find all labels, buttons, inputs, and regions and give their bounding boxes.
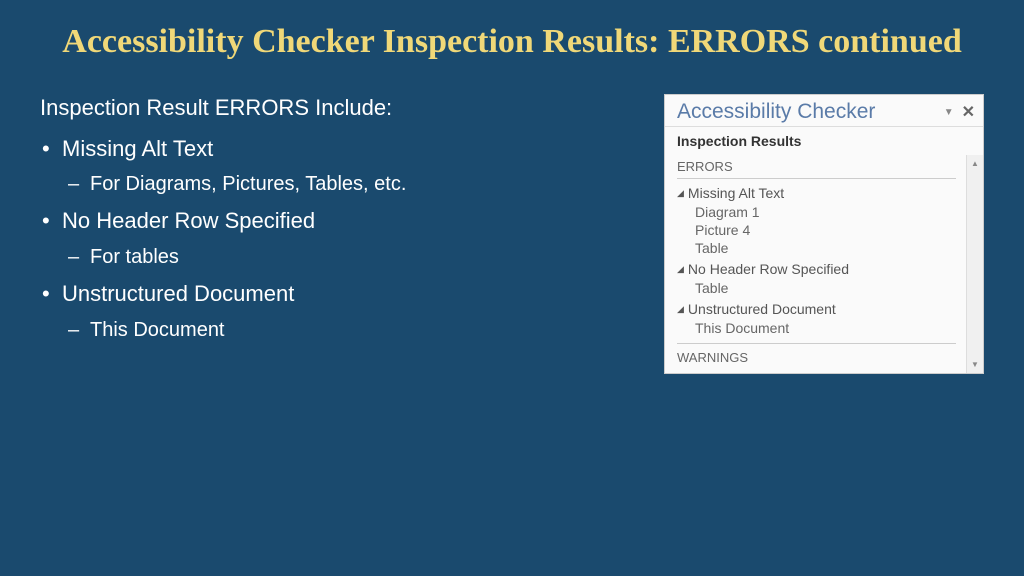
panel-controls: ▼ ✕ xyxy=(944,102,975,122)
close-icon[interactable]: ✕ xyxy=(962,102,975,122)
error-item[interactable]: Diagram 1 xyxy=(677,203,956,221)
panel-title: Accessibility Checker xyxy=(677,100,875,124)
error-item[interactable]: Table xyxy=(677,239,956,257)
content-area: Inspection Result ERRORS Include: Missin… xyxy=(40,94,984,374)
error-item[interactable]: Picture 4 xyxy=(677,221,956,239)
dropdown-icon[interactable]: ▼ xyxy=(944,107,954,118)
error-item[interactable]: Table xyxy=(677,279,956,297)
intro-text: Inspection Result ERRORS Include: xyxy=(40,94,624,123)
slide: Accessibility Checker Inspection Results… xyxy=(0,0,1024,576)
sub-bullet-item: For Diagrams, Pictures, Tables, etc. xyxy=(40,171,624,197)
error-group: ◢ Unstructured Document This Document xyxy=(677,299,956,337)
accessibility-checker-panel: Accessibility Checker ▼ ✕ Inspection Res… xyxy=(664,94,984,374)
warnings-section-label: WARNINGS xyxy=(677,343,956,365)
scrollbar[interactable]: ▲ ▼ xyxy=(966,155,983,373)
left-column: Inspection Result ERRORS Include: Missin… xyxy=(40,94,624,374)
error-group-header[interactable]: ◢ Missing Alt Text xyxy=(677,183,956,203)
sub-bullet-item: For tables xyxy=(40,244,624,270)
error-group-name: Missing Alt Text xyxy=(688,185,784,201)
expand-icon: ◢ xyxy=(677,189,684,198)
panel-header: Accessibility Checker ▼ ✕ xyxy=(665,95,983,127)
error-group-name: No Header Row Specified xyxy=(688,261,849,277)
panel-subtitle: Inspection Results xyxy=(665,127,983,155)
scroll-up-icon[interactable]: ▲ xyxy=(967,155,983,172)
bullet-item: No Header Row Specified xyxy=(40,207,624,236)
errors-section-label: ERRORS xyxy=(677,159,956,179)
results-area: ERRORS ◢ Missing Alt Text Diagram 1 Pict… xyxy=(665,155,966,373)
panel-body: ERRORS ◢ Missing Alt Text Diagram 1 Pict… xyxy=(665,155,983,373)
error-group-header[interactable]: ◢ Unstructured Document xyxy=(677,299,956,319)
bullet-list: Missing Alt Text For Diagrams, Pictures,… xyxy=(40,135,624,343)
error-group: ◢ Missing Alt Text Diagram 1 Picture 4 T… xyxy=(677,183,956,257)
expand-icon: ◢ xyxy=(677,265,684,274)
scroll-down-icon[interactable]: ▼ xyxy=(967,356,983,373)
error-group-header[interactable]: ◢ No Header Row Specified xyxy=(677,259,956,279)
bullet-item: Unstructured Document xyxy=(40,280,624,309)
bullet-item: Missing Alt Text xyxy=(40,135,624,164)
error-group-name: Unstructured Document xyxy=(688,301,836,317)
expand-icon: ◢ xyxy=(677,305,684,314)
slide-title: Accessibility Checker Inspection Results… xyxy=(40,20,984,64)
error-group: ◢ No Header Row Specified Table xyxy=(677,259,956,297)
sub-bullet-item: This Document xyxy=(40,317,624,343)
scroll-track[interactable] xyxy=(967,172,983,356)
error-item[interactable]: This Document xyxy=(677,319,956,337)
